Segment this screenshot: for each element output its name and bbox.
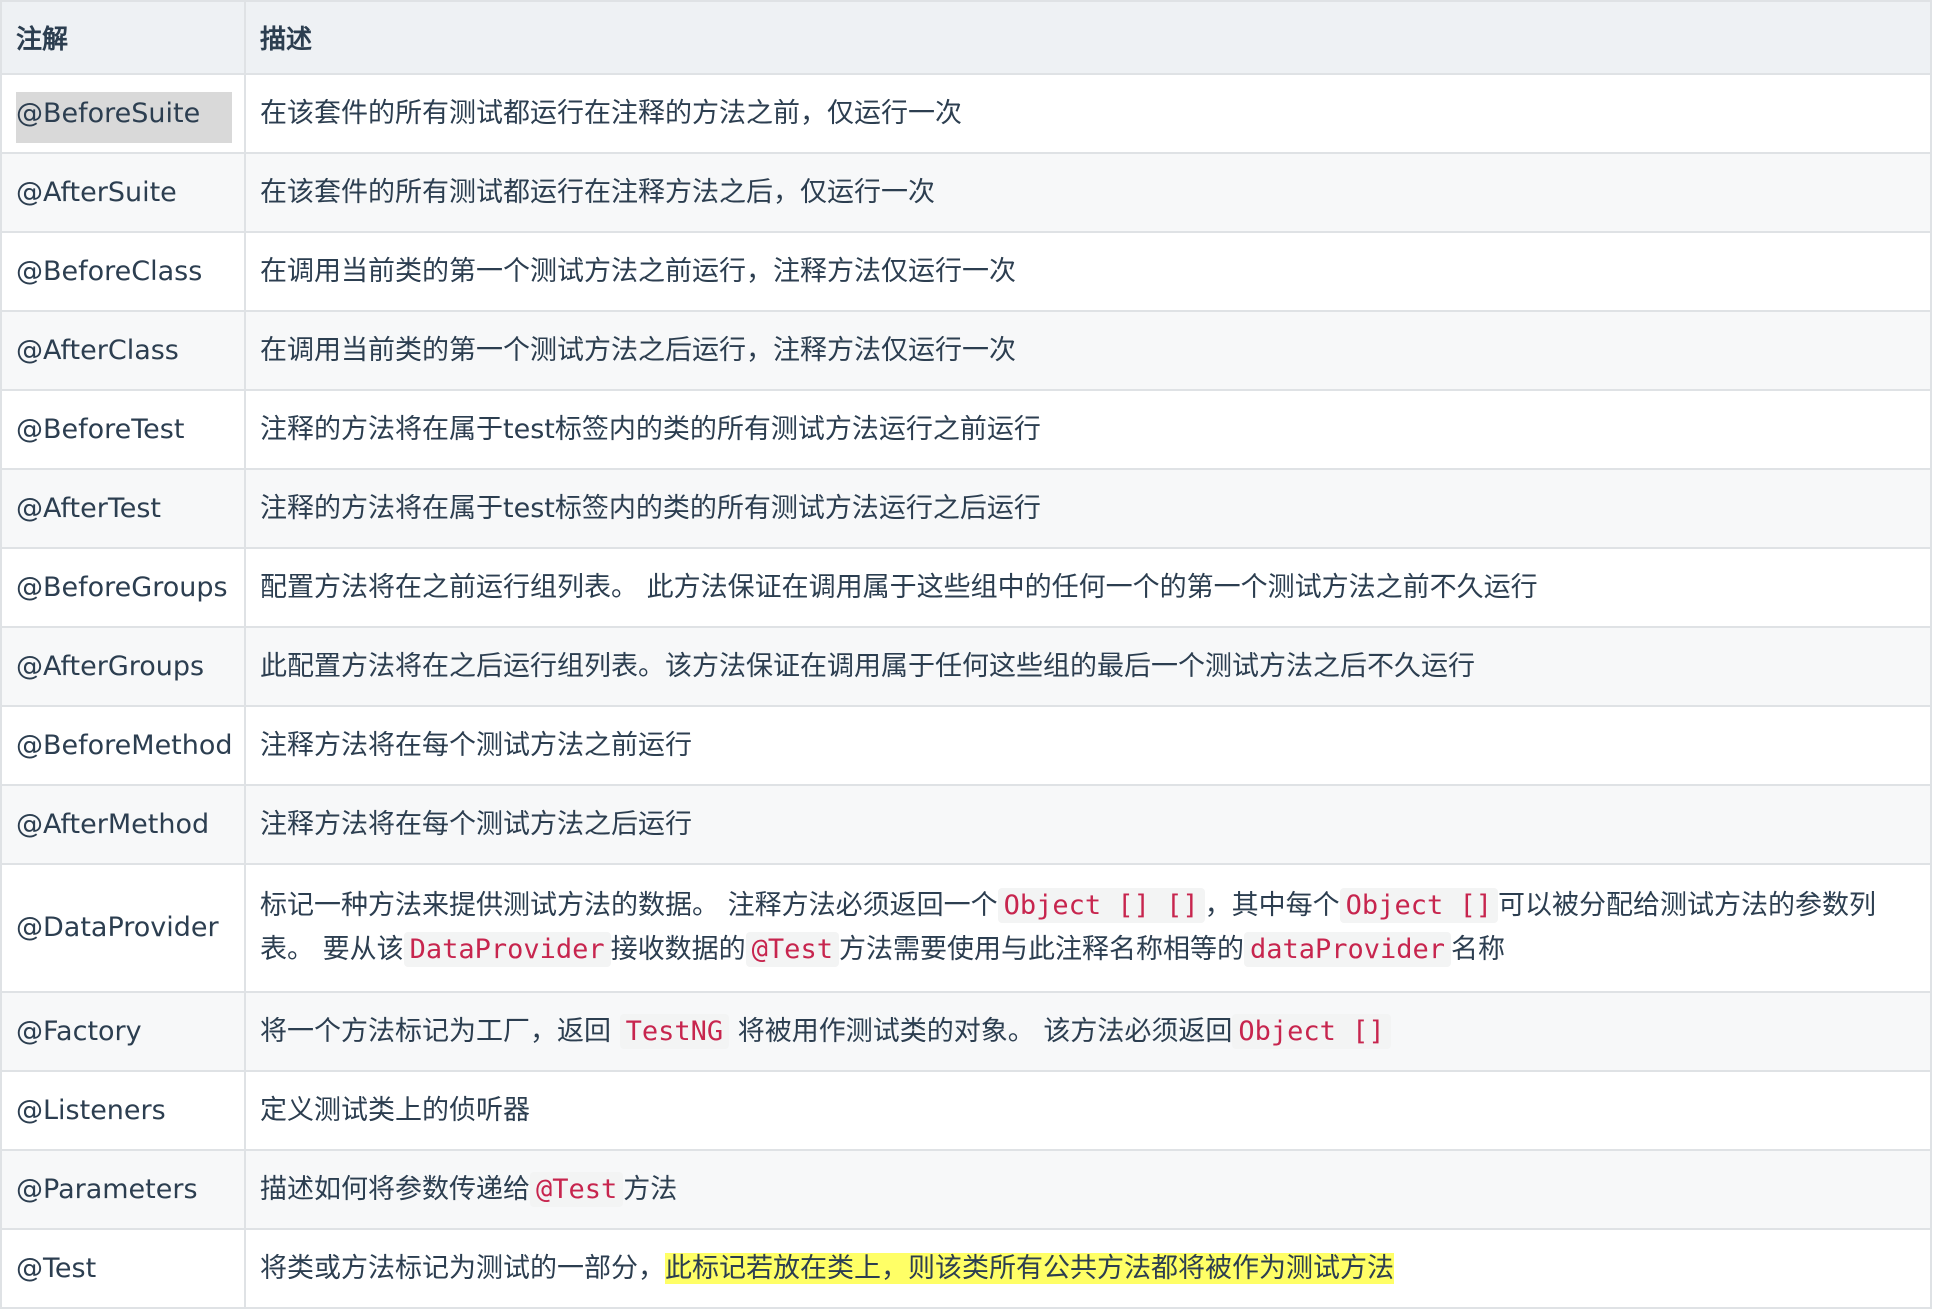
annotation-cell: @BeforeSuite [0, 73, 246, 154]
table-row: @BeforeMethod 注释方法将在每个测试方法之前运行 [0, 705, 1932, 786]
table-row: @BeforeSuite 在该套件的所有测试都运行在注释的方法之前，仅运行一次 [0, 73, 1932, 154]
desc-text: 方法需要使用与此注释名称相等的 [838, 934, 1244, 965]
description-cell: 注释方法将在每个测试方法之前运行 [244, 705, 1932, 786]
annotation-cell: @DataProvider [0, 863, 246, 993]
desc-text: 将一个方法标记为工厂，返回 [260, 1015, 611, 1047]
annotation-cell: @AfterTest [0, 468, 246, 549]
annotation-cell: @AfterClass [0, 310, 246, 391]
table-row: @BeforeTest 注释的方法将在属于test标签内的类的所有测试方法运行之… [0, 389, 1932, 470]
inline-code: dataProvider [1243, 932, 1452, 967]
inline-code: Object [] [1339, 888, 1498, 923]
annotation-cell: @Test [0, 1228, 246, 1309]
annotation-cell: @BeforeGroups [0, 547, 246, 628]
highlighted-text: 此标记若放在类上，则该类所有公共方法都将被作为测试方法 [665, 1252, 1394, 1284]
desc-text: 方法 [623, 1173, 678, 1205]
annotation-cell: @Factory [0, 991, 246, 1072]
description-cell: 在该套件的所有测试都运行在注释方法之后，仅运行一次 [244, 152, 1932, 233]
annotation-cell: @Listeners [0, 1070, 246, 1151]
desc-text: 将类或方法标记为测试的一部分， [260, 1252, 665, 1284]
desc-text: 标记一种方法来提供测试方法的数据。 注释方法必须返回一个 [260, 890, 998, 921]
annotation-cell: @AfterMethod [0, 784, 246, 865]
desc-text: 接收数据的 [610, 934, 746, 965]
inline-code: TestNG [619, 1013, 730, 1049]
description-cell: 将一个方法标记为工厂，返回 TestNG 将被用作测试类的对象。 该方法必须返回… [244, 991, 1932, 1072]
description-cell: 配置方法将在之前运行组列表。 此方法保证在调用属于这些组中的任何一个的第一个测试… [244, 547, 1932, 628]
description-cell: 此配置方法将在之后运行组列表。该方法保证在调用属于任何这些组的最后一个测试方法之… [244, 626, 1932, 707]
table-row: @AfterClass 在调用当前类的第一个测试方法之后运行，注释方法仅运行一次 [0, 310, 1932, 391]
table-row: @Parameters 描述如何将参数传递给 @Test 方法 [0, 1149, 1932, 1230]
desc-text: 将被用作测试类的对象。 该方法必须返回 [737, 1015, 1233, 1047]
table-row: @Factory 将一个方法标记为工厂，返回 TestNG 将被用作测试类的对象… [0, 991, 1932, 1072]
annotation-cell: @BeforeTest [0, 389, 246, 470]
description-cell: 注释的方法将在属于test标签内的类的所有测试方法运行之前运行 [244, 389, 1932, 470]
description-cell: 在调用当前类的第一个测试方法之前运行，注释方法仅运行一次 [244, 231, 1932, 312]
annotation-table: 注解 描述 @BeforeSuite 在该套件的所有测试都运行在注释的方法之前，… [0, 0, 1932, 1309]
description-cell: 描述如何将参数传递给 @Test 方法 [244, 1149, 1932, 1230]
inline-code: Object [] [1232, 1013, 1391, 1049]
description-cell: 在该套件的所有测试都运行在注释的方法之前，仅运行一次 [244, 73, 1932, 154]
table-row: @DataProvider 标记一种方法来提供测试方法的数据。 注释方法必须返回… [0, 863, 1932, 993]
table-row: @BeforeClass 在调用当前类的第一个测试方法之前运行，注释方法仅运行一… [0, 231, 1932, 312]
header-annotation: 注解 [0, 0, 246, 75]
table-row: @Test 将类或方法标记为测试的一部分，此标记若放在类上，则该类所有公共方法都… [0, 1228, 1932, 1309]
description-cell: 在调用当前类的第一个测试方法之后运行，注释方法仅运行一次 [244, 310, 1932, 391]
selected-text[interactable]: @BeforeSuite [16, 91, 233, 143]
annotation-table-container: 注解 描述 @BeforeSuite 在该套件的所有测试都运行在注释的方法之前，… [0, 0, 1932, 1309]
table-row: @AfterGroups 此配置方法将在之后运行组列表。该方法保证在调用属于任何… [0, 626, 1932, 707]
header-description: 描述 [244, 0, 1932, 75]
description-cell: 定义测试类上的侦听器 [244, 1070, 1932, 1151]
annotation-cell: @Parameters [0, 1149, 246, 1230]
table-row: @AfterSuite 在该套件的所有测试都运行在注释方法之后，仅运行一次 [0, 152, 1932, 233]
desc-text: ，其中每个 [1204, 890, 1340, 921]
inline-code: DataProvider [403, 932, 611, 967]
annotation-cell: @AfterSuite [0, 152, 246, 233]
inline-code: @Test [745, 932, 839, 967]
table-row: @Listeners 定义测试类上的侦听器 [0, 1070, 1932, 1151]
annotation-cell: @AfterGroups [0, 626, 246, 707]
description-cell: 注释方法将在每个测试方法之后运行 [244, 784, 1932, 865]
table-row: @AfterTest 注释的方法将在属于test标签内的类的所有测试方法运行之后… [0, 468, 1932, 549]
description-cell: 注释的方法将在属于test标签内的类的所有测试方法运行之后运行 [244, 468, 1932, 549]
desc-text: 描述如何将参数传递给 [260, 1173, 530, 1205]
table-row: @AfterMethod 注释方法将在每个测试方法之后运行 [0, 784, 1932, 865]
table-header-row: 注解 描述 [0, 0, 1932, 75]
annotation-cell: @BeforeMethod [0, 705, 246, 786]
desc-text: 名称 [1451, 934, 1506, 965]
annotation-cell: @BeforeClass [0, 231, 246, 312]
description-cell: 将类或方法标记为测试的一部分，此标记若放在类上，则该类所有公共方法都将被作为测试… [244, 1228, 1932, 1309]
table-row: @BeforeGroups 配置方法将在之前运行组列表。 此方法保证在调用属于这… [0, 547, 1932, 628]
description-cell: 标记一种方法来提供测试方法的数据。 注释方法必须返回一个 Object [] []… [244, 863, 1932, 993]
inline-code: Object [] [] [997, 888, 1205, 923]
inline-code: @Test [530, 1171, 624, 1207]
